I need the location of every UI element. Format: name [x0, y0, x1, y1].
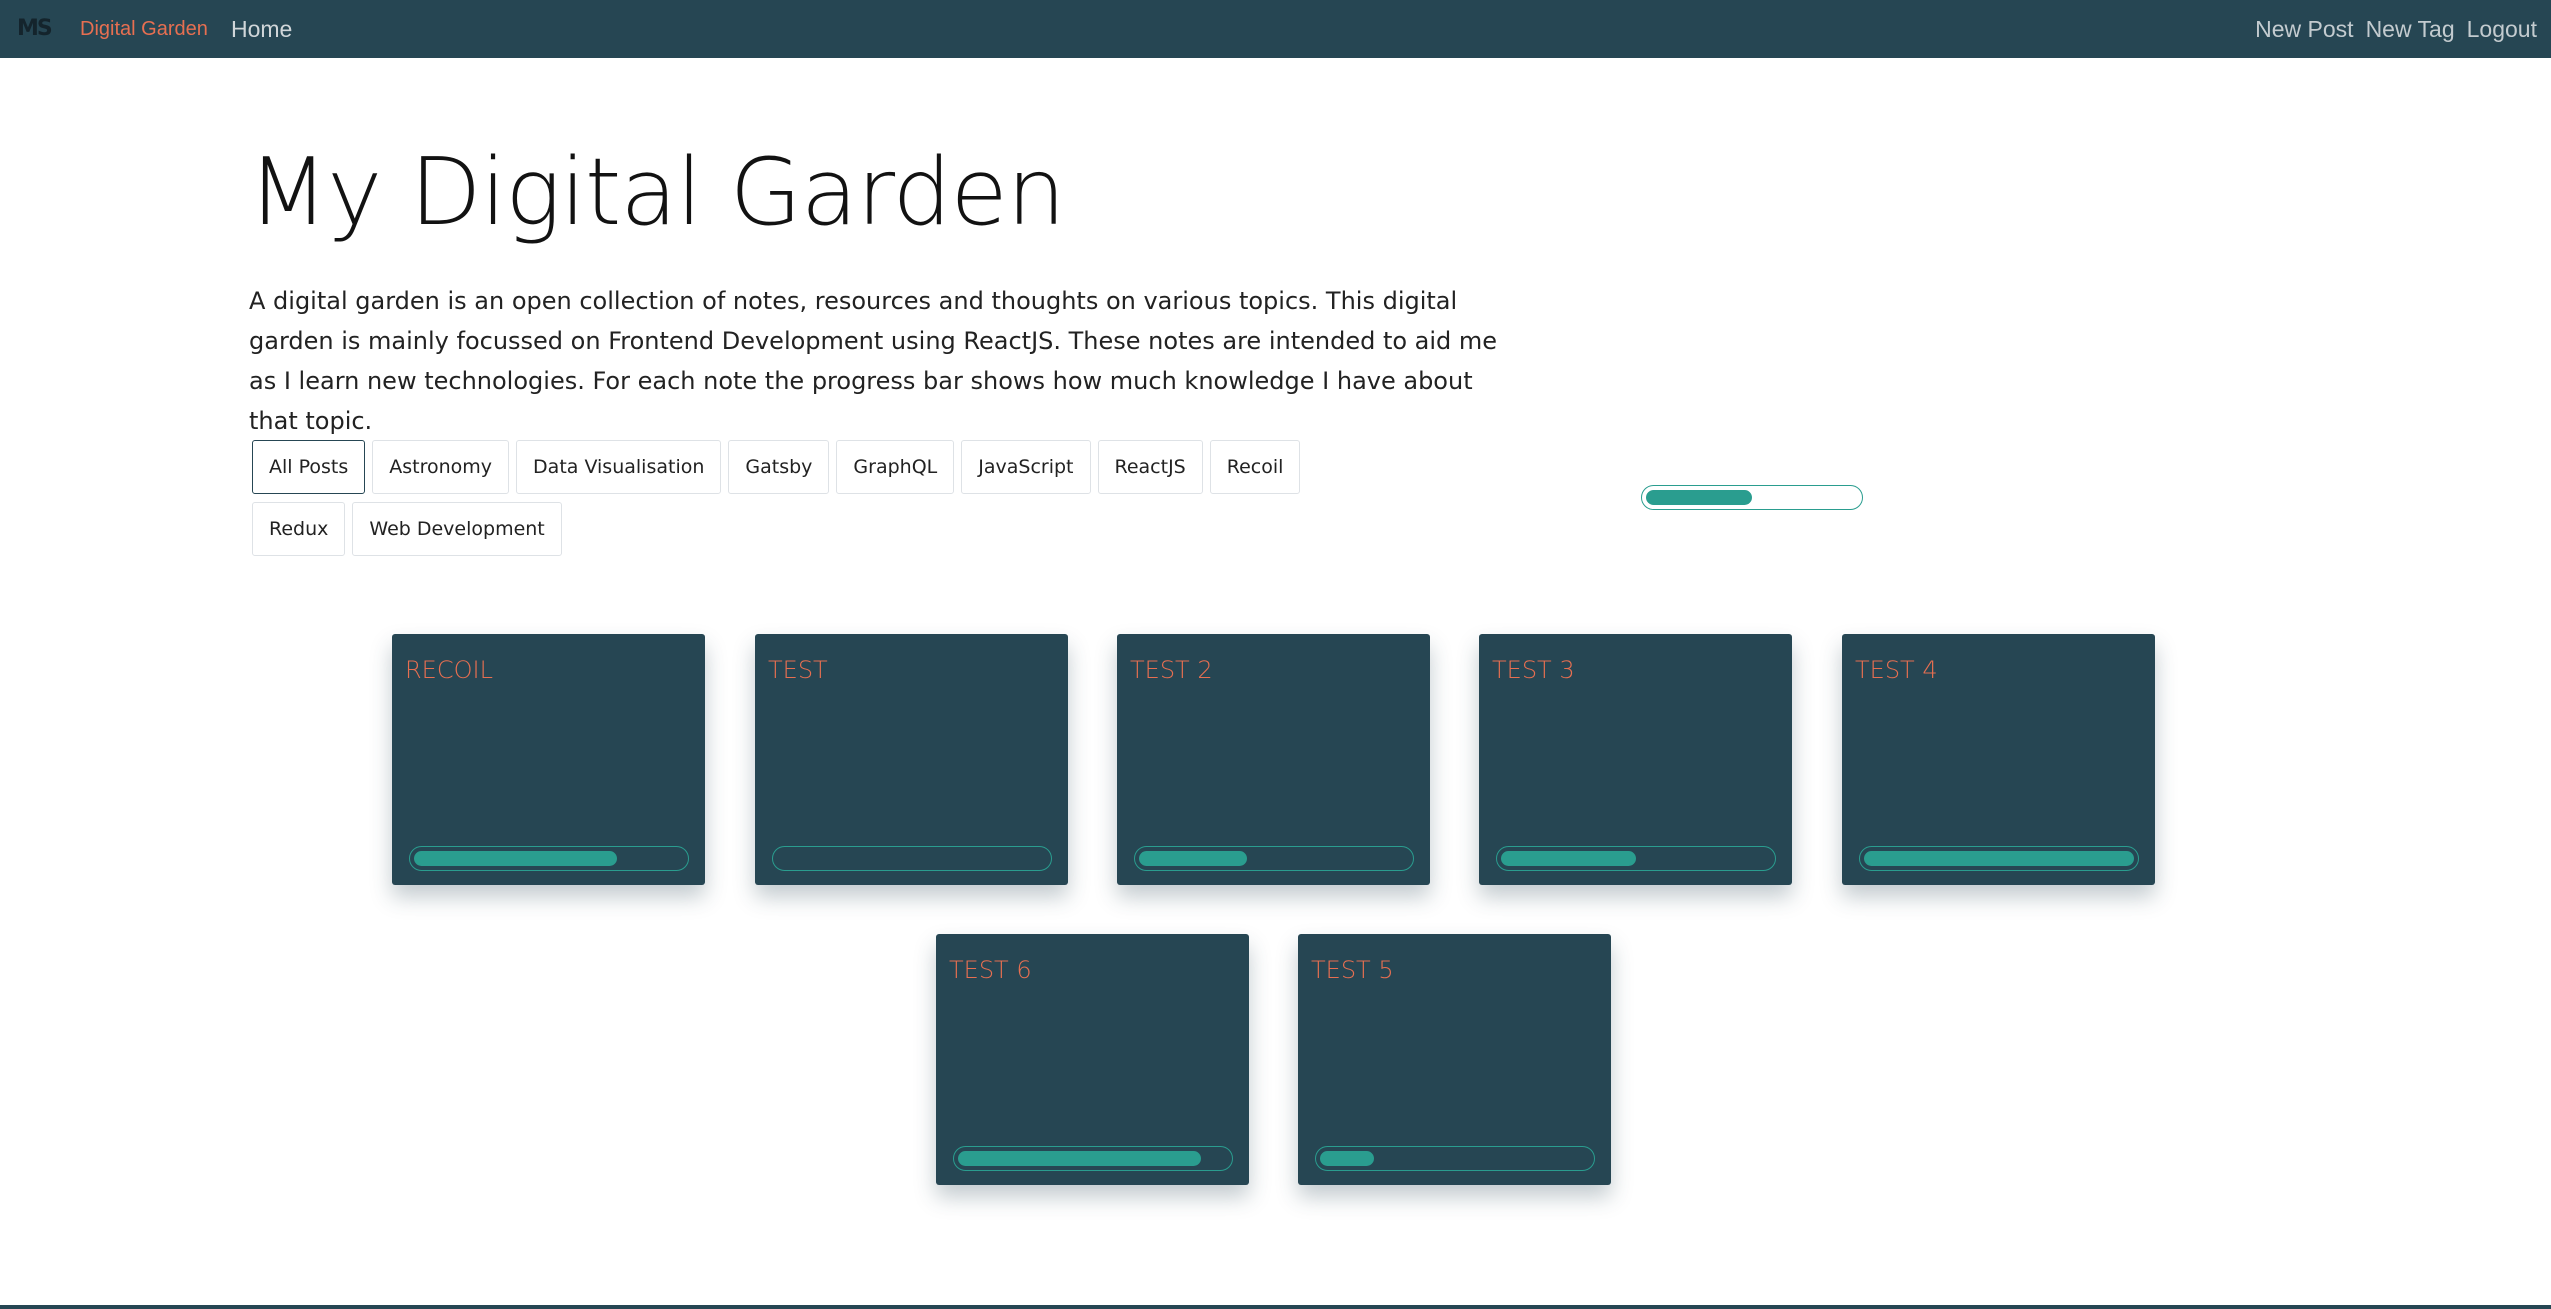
tag-filter-button[interactable]: Web Development	[352, 502, 562, 556]
post-progress-fill	[1320, 1151, 1374, 1166]
tag-filter-button[interactable]: Redux	[252, 502, 346, 556]
post-card[interactable]: TEST 6	[936, 934, 1249, 1185]
post-progress-fill	[1139, 851, 1247, 866]
post-progress-fill	[414, 851, 617, 866]
page-title: My Digital Garden	[248, 138, 1066, 246]
post-card-title: RECOIL	[405, 656, 493, 684]
post-progress-bar	[1134, 846, 1414, 871]
post-progress-fill	[1501, 851, 1636, 866]
post-progress-bar	[1859, 846, 2139, 871]
nav-actions: New Post New Tag Logout	[2255, 16, 2537, 43]
post-card[interactable]: TEST	[755, 634, 1068, 885]
post-card[interactable]: TEST 5	[1298, 934, 1611, 1185]
post-progress-bar	[1496, 846, 1776, 871]
logout-link[interactable]: Logout	[2467, 16, 2537, 43]
tag-filter-button[interactable]: ReactJS	[1097, 440, 1203, 494]
post-progress-bar	[1315, 1146, 1595, 1171]
overall-progress-bar	[1641, 485, 1863, 510]
tag-filter-button[interactable]: Astronomy	[372, 440, 510, 494]
post-card-title: TEST 3	[1492, 656, 1575, 684]
tag-filter-button[interactable]: Recoil	[1209, 440, 1301, 494]
top-navbar: MS Digital Garden Home New Post New Tag …	[0, 0, 2551, 58]
brand-logo[interactable]: MS	[17, 16, 53, 41]
tag-filter-button[interactable]: GraphQL	[836, 440, 955, 494]
tag-filter-button[interactable]: JavaScript	[961, 440, 1091, 494]
post-progress-bar	[409, 846, 689, 871]
tag-filter-list: All Posts Astronomy Data Visualisation Gats…	[252, 440, 1352, 556]
new-tag-link[interactable]: New Tag	[2366, 16, 2455, 43]
post-card[interactable]: TEST 4	[1842, 634, 2155, 885]
post-progress-fill	[1864, 851, 2134, 866]
post-card-title: TEST	[768, 656, 828, 684]
post-card-title: TEST 2	[1130, 656, 1213, 684]
post-progress-bar	[953, 1146, 1233, 1171]
post-progress-bar	[772, 846, 1052, 871]
intro-text: A digital garden is an open collection o…	[249, 287, 1498, 435]
bottom-divider	[0, 1305, 2551, 1309]
tag-filter-button[interactable]: All Posts	[252, 440, 366, 494]
new-post-link[interactable]: New Post	[2255, 16, 2353, 43]
nav-home-link[interactable]: Home	[231, 16, 292, 43]
post-card[interactable]: TEST 3	[1479, 634, 1792, 885]
tag-filter-button[interactable]: Data Visualisation	[516, 440, 722, 494]
post-progress-fill	[958, 1151, 1201, 1166]
post-card-title: TEST 6	[949, 956, 1032, 984]
tag-filter-button[interactable]: Gatsby	[728, 440, 830, 494]
post-card[interactable]: RECOIL	[392, 634, 705, 885]
post-card-title: TEST 5	[1311, 956, 1394, 984]
overall-progress-fill	[1646, 490, 1752, 505]
brand-link[interactable]: Digital Garden	[80, 18, 208, 41]
post-card-title: TEST 4	[1855, 656, 1938, 684]
post-card[interactable]: TEST 2	[1117, 634, 1430, 885]
